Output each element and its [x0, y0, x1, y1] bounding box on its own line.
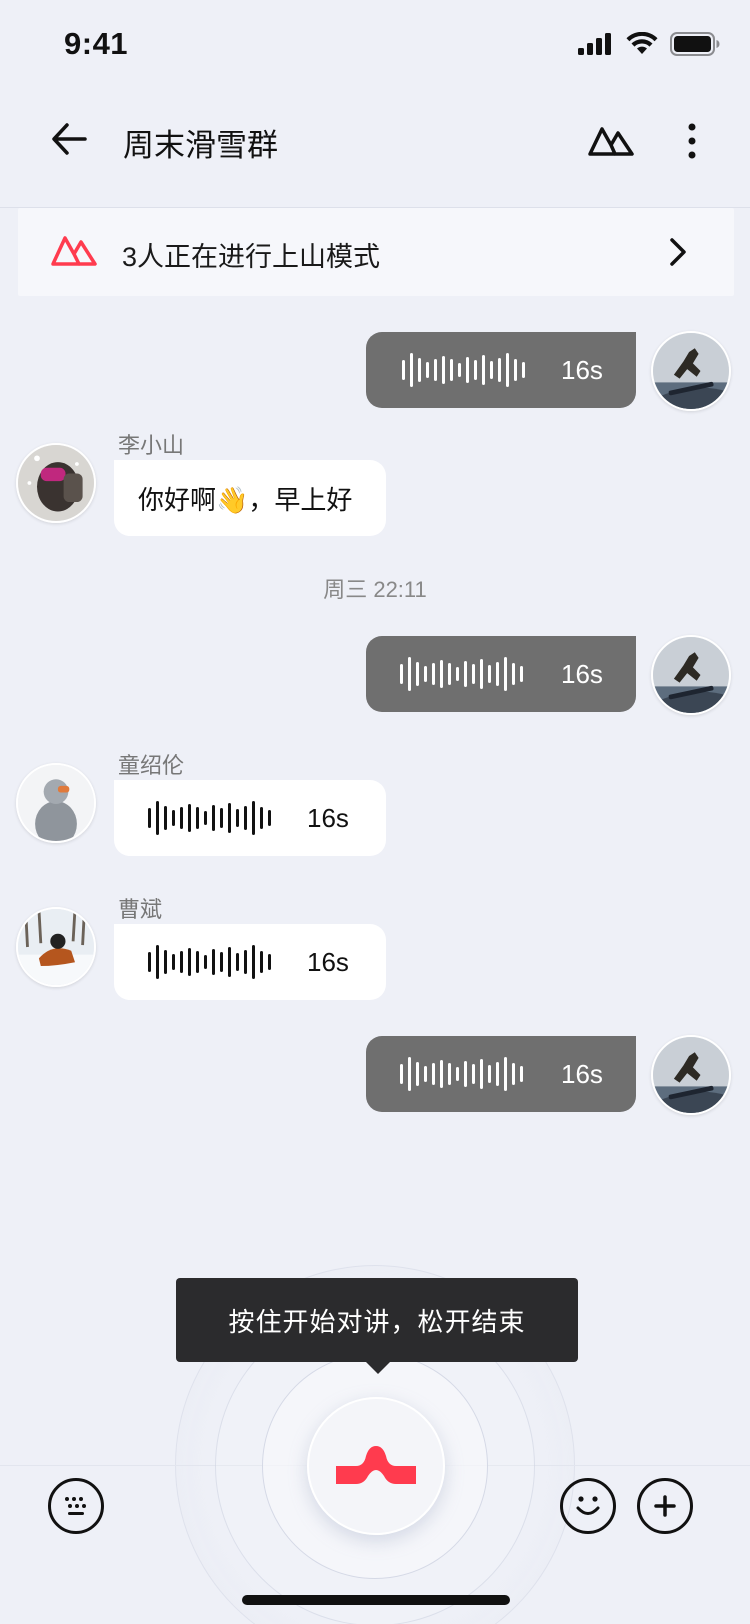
banner-text: 3人正在进行上山模式	[122, 242, 381, 272]
home-indicator	[242, 1595, 510, 1605]
keyboard-button[interactable]	[48, 1478, 104, 1534]
avatar-self[interactable]	[651, 635, 731, 715]
sender-name: 李小山	[118, 433, 185, 458]
talk-tooltip: 按住开始对讲，松开结束	[176, 1278, 578, 1362]
voice-duration: 16s	[561, 658, 603, 689]
voice-duration: 16s	[307, 946, 349, 977]
voice-message-out[interactable]: 16s	[366, 636, 636, 712]
voice-duration: 16s	[561, 1058, 603, 1089]
tooltip-arrow	[365, 1361, 391, 1374]
smile-icon	[576, 1496, 600, 1515]
mountain-icon	[51, 236, 97, 266]
status-time: 9:41	[64, 26, 129, 61]
arrow-left-icon	[52, 123, 87, 155]
wifi-icon	[626, 32, 658, 54]
chat-title: 周末滑雪群	[123, 128, 278, 163]
emoji-button[interactable]	[560, 1478, 616, 1534]
avatar-sender[interactable]	[16, 907, 96, 987]
push-to-talk-button[interactable]	[307, 1397, 445, 1535]
back-button[interactable]	[44, 114, 94, 164]
status-icons	[578, 32, 720, 56]
waveform-icon	[402, 353, 525, 387]
waveform-icon	[148, 801, 271, 835]
chevron-right-icon	[670, 238, 686, 266]
voice-message-in[interactable]: 16s	[114, 924, 386, 1000]
battery-icon	[670, 32, 720, 56]
add-button[interactable]	[637, 1478, 693, 1534]
avatar-sender[interactable]	[16, 763, 96, 843]
more-vertical-icon	[688, 123, 696, 159]
waveform-icon	[400, 657, 523, 691]
avatar-sender[interactable]	[16, 443, 96, 523]
mountain-icon	[588, 127, 634, 156]
waveform-icon	[148, 945, 271, 979]
voice-message-out[interactable]: 16s	[366, 332, 636, 408]
sender-name: 曹斌	[118, 897, 163, 922]
avatar-self[interactable]	[651, 331, 731, 411]
timestamp: 周三 22:11	[323, 577, 427, 602]
sender-name: 童绍伦	[118, 753, 185, 778]
talk-logo-icon	[336, 1446, 416, 1484]
voice-message-out[interactable]: 16s	[366, 1036, 636, 1112]
waveform-icon	[400, 1057, 523, 1091]
keyboard-icon	[65, 1497, 86, 1515]
text-message-in[interactable]: 你好啊👋，早上好	[114, 460, 386, 536]
avatar-self[interactable]	[651, 1035, 731, 1115]
plus-icon	[654, 1495, 676, 1517]
signal-icon	[578, 33, 611, 55]
more-button[interactable]	[672, 116, 712, 166]
voice-duration: 16s	[307, 802, 349, 833]
message-text: 你好啊👋，早上好	[138, 484, 353, 515]
voice-duration: 16s	[561, 354, 603, 385]
mountain-mode-button[interactable]	[586, 116, 636, 164]
mountain-mode-banner[interactable]: 3人正在进行上山模式	[18, 208, 734, 296]
voice-message-in[interactable]: 16s	[114, 780, 386, 856]
